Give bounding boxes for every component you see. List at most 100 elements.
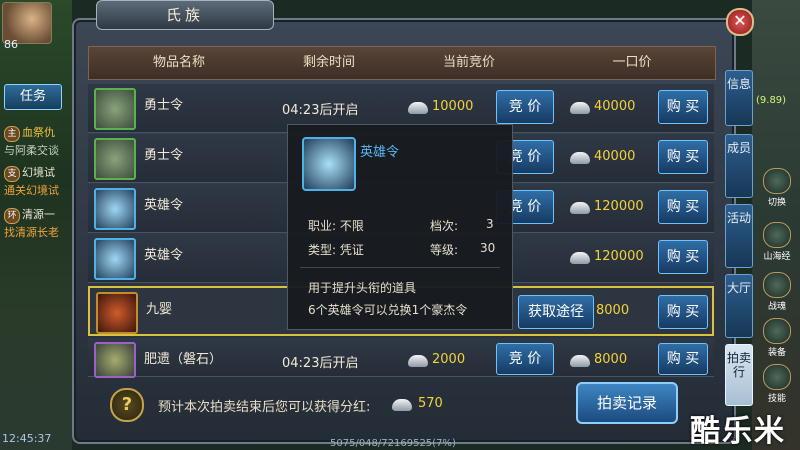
- equipment-label: 装备: [767, 348, 786, 358]
- tooltip-level-value: 30: [480, 241, 496, 255]
- obtain-route-button[interactable]: 获取途径: [518, 295, 594, 329]
- tab-hall[interactable]: 大厅: [725, 274, 753, 338]
- tab-info[interactable]: 信息: [725, 70, 753, 126]
- quest-title: 血祭仇: [22, 126, 55, 139]
- tab-auction-house[interactable]: 拍卖行: [725, 344, 753, 406]
- shanhaijing-label: 山海经: [763, 252, 791, 262]
- buyout-price: 8000: [594, 352, 628, 367]
- buy-button[interactable]: 购 买: [658, 140, 708, 174]
- buyout-price: 40000: [594, 149, 636, 164]
- skills-icon: [763, 364, 791, 390]
- tooltip-grade-label: 档次:: [430, 219, 459, 233]
- quest-title: 幻境试: [22, 166, 55, 179]
- warrior-token-icon[interactable]: [94, 88, 136, 130]
- buyout-price: 120000: [594, 249, 644, 264]
- table-row[interactable]: 肥遗（磐石） 04:23后开启 2000 竞 价 8000 购 买: [88, 338, 714, 378]
- tooltip-desc-2: 6个英雄令可以兑换1个豪杰令: [308, 303, 468, 317]
- quest-item-loop[interactable]: 环清源一 找清源长老: [4, 206, 59, 240]
- feiyi-icon[interactable]: [94, 342, 136, 378]
- switch-label: 切换: [767, 198, 786, 208]
- bottom-coordinate: 5075/048/72169525(7%): [330, 438, 456, 449]
- tooltip-desc-1: 用于提升头衔的道具: [308, 281, 417, 295]
- current-bid: 2000: [432, 352, 466, 367]
- switch-button[interactable]: 切换: [760, 168, 794, 208]
- header-buyout-price: 一口价: [612, 55, 652, 70]
- map-coordinate: (9.89): [756, 95, 787, 106]
- battle-soul-icon: [763, 272, 791, 298]
- quest-item-side[interactable]: 支幻境试 通关幻境试: [4, 164, 59, 198]
- header-item-name: 物品名称: [152, 55, 205, 70]
- buyout-price: 40000: [594, 99, 636, 114]
- skills-label: 技能: [767, 394, 786, 404]
- item-name: 勇士令: [144, 98, 184, 113]
- warrior-token-icon[interactable]: [94, 138, 136, 180]
- silver-ingot-icon: [408, 355, 428, 367]
- current-bid: 10000: [432, 99, 474, 114]
- quest-tag: 环: [4, 208, 20, 224]
- silver-ingot-icon: [408, 102, 428, 114]
- header-remaining-time: 剩余时间: [302, 55, 355, 70]
- battle-soul-button[interactable]: 战魂: [760, 272, 794, 312]
- bottom-bar: ? 预计本次拍卖结束后您可以获得分红: 570 拍卖记录: [88, 376, 714, 432]
- quest-sub: 通关幻境试: [4, 184, 59, 197]
- clock-time: 12:45:37: [2, 432, 52, 445]
- item-name: 英雄令: [144, 198, 184, 213]
- dividend-value: 570: [418, 396, 443, 411]
- bid-button[interactable]: 竞 价: [496, 90, 554, 124]
- item-name: 英雄令: [144, 248, 184, 263]
- buy-button[interactable]: 购 买: [658, 343, 708, 375]
- help-button[interactable]: ?: [110, 388, 144, 422]
- tooltip-type: 类型: 凭证: [308, 243, 364, 257]
- item-name: 肥遗（磐石）: [144, 352, 223, 367]
- buyout-price: 8000: [596, 303, 630, 318]
- header-current-bid: 当前竞价: [442, 55, 495, 70]
- quest-title: 清源一: [22, 208, 55, 221]
- item-tooltip: 英雄令 职业: 不限 档次: 3 类型: 凭证 等级: 30 用于提升头衔的道具…: [287, 124, 513, 330]
- bid-button[interactable]: 竞 价: [496, 343, 554, 375]
- quest-tag: 主: [4, 126, 20, 142]
- hero-token-icon[interactable]: [94, 238, 136, 280]
- quest-sub: 与阿柔交谈: [4, 144, 59, 157]
- tab-activities[interactable]: 活动: [725, 204, 753, 268]
- tooltip-divider: [300, 267, 500, 268]
- buyout-price: 120000: [594, 199, 644, 214]
- watermark: 酷乐米: [690, 414, 786, 449]
- tooltip-job: 职业: 不限: [308, 219, 364, 233]
- silver-ingot-icon: [570, 202, 590, 214]
- silver-ingot-icon: [570, 152, 590, 164]
- close-button[interactable]: ✕: [726, 8, 754, 36]
- equipment-icon: [763, 318, 791, 344]
- quest-item-main[interactable]: 主血祭仇 与阿柔交谈: [4, 124, 59, 158]
- buy-button[interactable]: 购 买: [658, 295, 708, 329]
- tab-members[interactable]: 成员: [725, 134, 753, 198]
- buy-button[interactable]: 购 买: [658, 90, 708, 124]
- table-header: 物品名称 剩余时间 当前竞价 一口价: [88, 46, 716, 80]
- silver-ingot-icon: [570, 355, 590, 367]
- task-button[interactable]: 任务: [4, 84, 62, 110]
- equipment-button[interactable]: 装备: [760, 318, 794, 358]
- quest-tag: 支: [4, 166, 20, 182]
- buy-button[interactable]: 购 买: [658, 240, 708, 274]
- shanhaijing-button[interactable]: 山海经: [760, 222, 794, 262]
- quest-sub: 找清源长老: [4, 226, 59, 239]
- silver-ingot-icon: [570, 252, 590, 264]
- dividend-label: 预计本次拍卖结束后您可以获得分红:: [158, 400, 371, 415]
- hero-token-icon: [302, 137, 356, 191]
- shanhaijing-icon: [763, 222, 791, 248]
- item-name: 九婴: [146, 302, 173, 317]
- item-name: 勇士令: [144, 148, 184, 163]
- remaining-time: 04:23后开启: [282, 356, 359, 371]
- auction-record-button[interactable]: 拍卖记录: [576, 382, 678, 424]
- switch-icon: [763, 168, 791, 194]
- jiuying-icon[interactable]: [96, 292, 138, 334]
- buy-button[interactable]: 购 买: [658, 190, 708, 224]
- skills-button[interactable]: 技能: [760, 364, 794, 404]
- tooltip-grade-value: 3: [486, 217, 494, 231]
- tooltip-title: 英雄令: [360, 145, 400, 160]
- hero-token-icon[interactable]: [94, 188, 136, 230]
- silver-ingot-icon: [570, 102, 590, 114]
- tooltip-level-label: 等级:: [430, 243, 459, 257]
- remaining-time: 04:23后开启: [282, 103, 359, 118]
- panel-title: 氏族: [96, 0, 274, 30]
- silver-ingot-icon: [392, 399, 412, 411]
